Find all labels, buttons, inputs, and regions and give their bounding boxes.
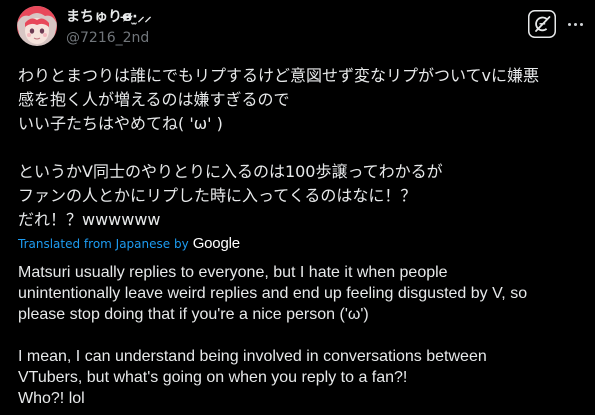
google-logo: Google	[192, 235, 240, 252]
translation-attribution[interactable]: Translated from Japanese by Google	[18, 236, 240, 252]
author-display-name-emoji: ɞ̴̶̷·̫⸝⸝	[122, 9, 152, 25]
author-handle[interactable]: @7216_2nd	[66, 28, 152, 48]
avatar[interactable]	[17, 6, 57, 46]
more-icon	[567, 22, 583, 26]
more-options-button[interactable]	[563, 10, 587, 38]
translated-text: Matsuri usually replies to everyone, but…	[18, 264, 528, 407]
author-display-name-text: まちゅり	[66, 9, 122, 25]
author-display-name[interactable]: まちゅりɞ̴̶̷·̫⸝⸝	[66, 8, 152, 26]
author-info: まちゅりɞ̴̶̷·̫⸝⸝ @7216_2nd	[66, 8, 152, 48]
tweet-text: わりとまつりは誰にでもリプするけど意図せず変なリプがついてvに嫌悪 感を抱く人が…	[18, 66, 539, 229]
grok-icon	[528, 10, 556, 38]
tweet: まちゅりɞ̴̶̷·̫⸝⸝ @7216_2nd わりとまつりは誰にでもリプするけど…	[0, 0, 595, 415]
avatar-image	[17, 6, 57, 46]
translation-label: Translated from Japanese by	[18, 237, 189, 251]
grok-button[interactable]	[528, 10, 556, 38]
